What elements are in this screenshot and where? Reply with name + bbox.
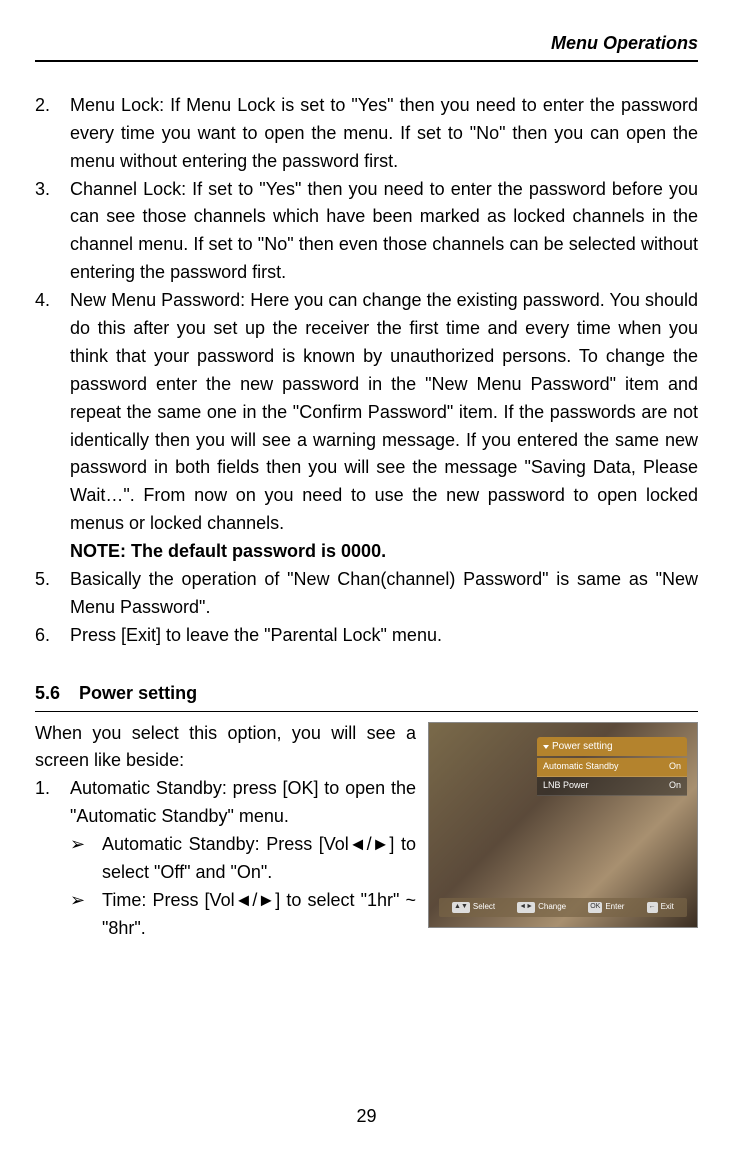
- item-number: 3.: [35, 176, 70, 288]
- sub-item-text: Time: Press [Vol◄/►] to select "1hr" ~ "…: [102, 887, 416, 943]
- menu-row-lnb-power: LNB PowerOn: [537, 777, 687, 796]
- list-item: 4. New Menu Password: Here you can chang…: [35, 287, 698, 566]
- hint-select: ▲▼Select: [452, 901, 495, 913]
- sub-item-text: Automatic Standby: Press [Vol◄/►] to sel…: [102, 831, 416, 887]
- list-item: 2. Menu Lock: If Menu Lock is set to "Ye…: [35, 92, 698, 176]
- item-text: Basically the operation of "New Chan(cha…: [70, 566, 698, 622]
- item-number: 5.: [35, 566, 70, 622]
- sub-list-item: ➢ Time: Press [Vol◄/►] to select "1hr" ~…: [70, 887, 416, 943]
- item-number: 2.: [35, 92, 70, 176]
- page-header-title: Menu Operations: [551, 30, 698, 58]
- item-number: 1.: [35, 775, 70, 942]
- item-text: Press [Exit] to leave the "Parental Lock…: [70, 622, 698, 650]
- item-text: Menu Lock: If Menu Lock is set to "Yes" …: [70, 92, 698, 176]
- section-heading: 5.6 Power setting: [35, 680, 698, 712]
- menu-row-automatic-standby: Automatic StandbyOn: [537, 758, 687, 777]
- list-item: 6. Press [Exit] to leave the "Parental L…: [35, 622, 698, 650]
- item-text: Automatic Standby: press [OK] to open th…: [70, 775, 416, 831]
- note-text: NOTE: The default password is 0000.: [70, 541, 386, 561]
- item-text: Channel Lock: If set to "Yes" then you n…: [70, 176, 698, 288]
- section-title: Power setting: [79, 683, 197, 703]
- menu-footer-hints: ▲▼Select ◄►Change OKEnter ←Exit: [439, 898, 687, 916]
- menu-title: Power setting: [537, 737, 687, 757]
- list-item: 1. Automatic Standby: press [OK] to open…: [35, 775, 416, 942]
- item-number: 6.: [35, 622, 70, 650]
- bullet-icon: ➢: [70, 887, 102, 943]
- bullet-icon: ➢: [70, 831, 102, 887]
- list-item: 5. Basically the operation of "New Chan(…: [35, 566, 698, 622]
- list-item: 3. Channel Lock: If set to "Yes" then yo…: [35, 176, 698, 288]
- page-number: 29: [35, 1103, 698, 1131]
- section-intro: When you select this option, you will se…: [35, 720, 416, 776]
- hint-change: ◄►Change: [517, 901, 566, 913]
- hint-exit: ←Exit: [647, 901, 674, 913]
- sub-list-item: ➢ Automatic Standby: Press [Vol◄/►] to s…: [70, 831, 416, 887]
- hint-enter: OKEnter: [588, 901, 624, 913]
- header-divider: [35, 60, 698, 62]
- screenshot-power-setting: Power setting Automatic StandbyOn LNB Po…: [428, 722, 698, 928]
- main-numbered-list: 2. Menu Lock: If Menu Lock is set to "Ye…: [35, 92, 698, 650]
- section-number: 5.6: [35, 683, 60, 703]
- item-text: New Menu Password: Here you can change t…: [70, 287, 698, 566]
- item-number: 4.: [35, 287, 70, 566]
